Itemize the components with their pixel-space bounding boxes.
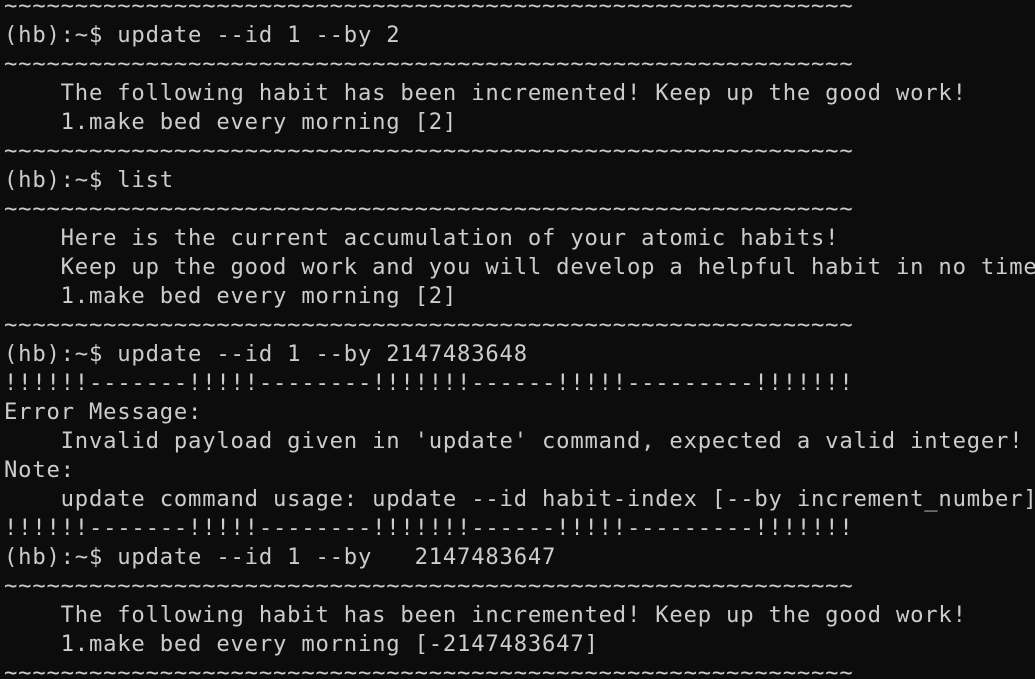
error-message: Invalid payload given in 'update' comman… <box>4 428 1024 454</box>
error-separator-line: !!!!!!-------!!!!!--------!!!!!!!------!… <box>4 515 854 541</box>
output-line: The following habit has been incremented… <box>4 602 967 628</box>
command-line: (hb):~$ update --id 1 --by 2147483647 <box>4 544 557 570</box>
usage-note: update command usage: update --id habit-… <box>4 486 1035 512</box>
note-heading: Note: <box>4 457 75 483</box>
output-line: Keep up the good work and you will devel… <box>4 254 1035 280</box>
output-line: 1.make bed every morning [-2147483647] <box>4 631 599 657</box>
separator-line: ~~~~~~~~~~~~~~~~~~~~~~~~~~~~~~~~~~~~~~~~… <box>4 51 854 77</box>
separator-line: ~~~~~~~~~~~~~~~~~~~~~~~~~~~~~~~~~~~~~~~~… <box>4 660 854 679</box>
separator-line: ~~~~~~~~~~~~~~~~~~~~~~~~~~~~~~~~~~~~~~~~… <box>4 0 854 19</box>
error-separator-line: !!!!!!-------!!!!!--------!!!!!!!------!… <box>4 370 854 396</box>
separator-line: ~~~~~~~~~~~~~~~~~~~~~~~~~~~~~~~~~~~~~~~~… <box>4 573 854 599</box>
output-line: Here is the current accumulation of your… <box>4 225 840 251</box>
output-line: 1.make bed every morning [2] <box>4 109 458 135</box>
terminal-output: ~~~~~~~~~~~~~~~~~~~~~~~~~~~~~~~~~~~~~~~~… <box>4 0 1035 679</box>
command-line: (hb):~$ update --id 1 --by 2147483648 <box>4 341 528 367</box>
separator-line: ~~~~~~~~~~~~~~~~~~~~~~~~~~~~~~~~~~~~~~~~… <box>4 138 854 164</box>
output-line: The following habit has been incremented… <box>4 80 967 106</box>
error-heading: Error Message: <box>4 399 203 425</box>
separator-line: ~~~~~~~~~~~~~~~~~~~~~~~~~~~~~~~~~~~~~~~~… <box>4 312 854 338</box>
output-line: 1.make bed every morning [2] <box>4 283 458 309</box>
command-line: (hb):~$ list <box>4 167 174 193</box>
separator-line: ~~~~~~~~~~~~~~~~~~~~~~~~~~~~~~~~~~~~~~~~… <box>4 196 854 222</box>
terminal-window[interactable]: ~~~~~~~~~~~~~~~~~~~~~~~~~~~~~~~~~~~~~~~~… <box>0 0 1035 679</box>
command-line: (hb):~$ update --id 1 --by 2 <box>4 22 401 48</box>
